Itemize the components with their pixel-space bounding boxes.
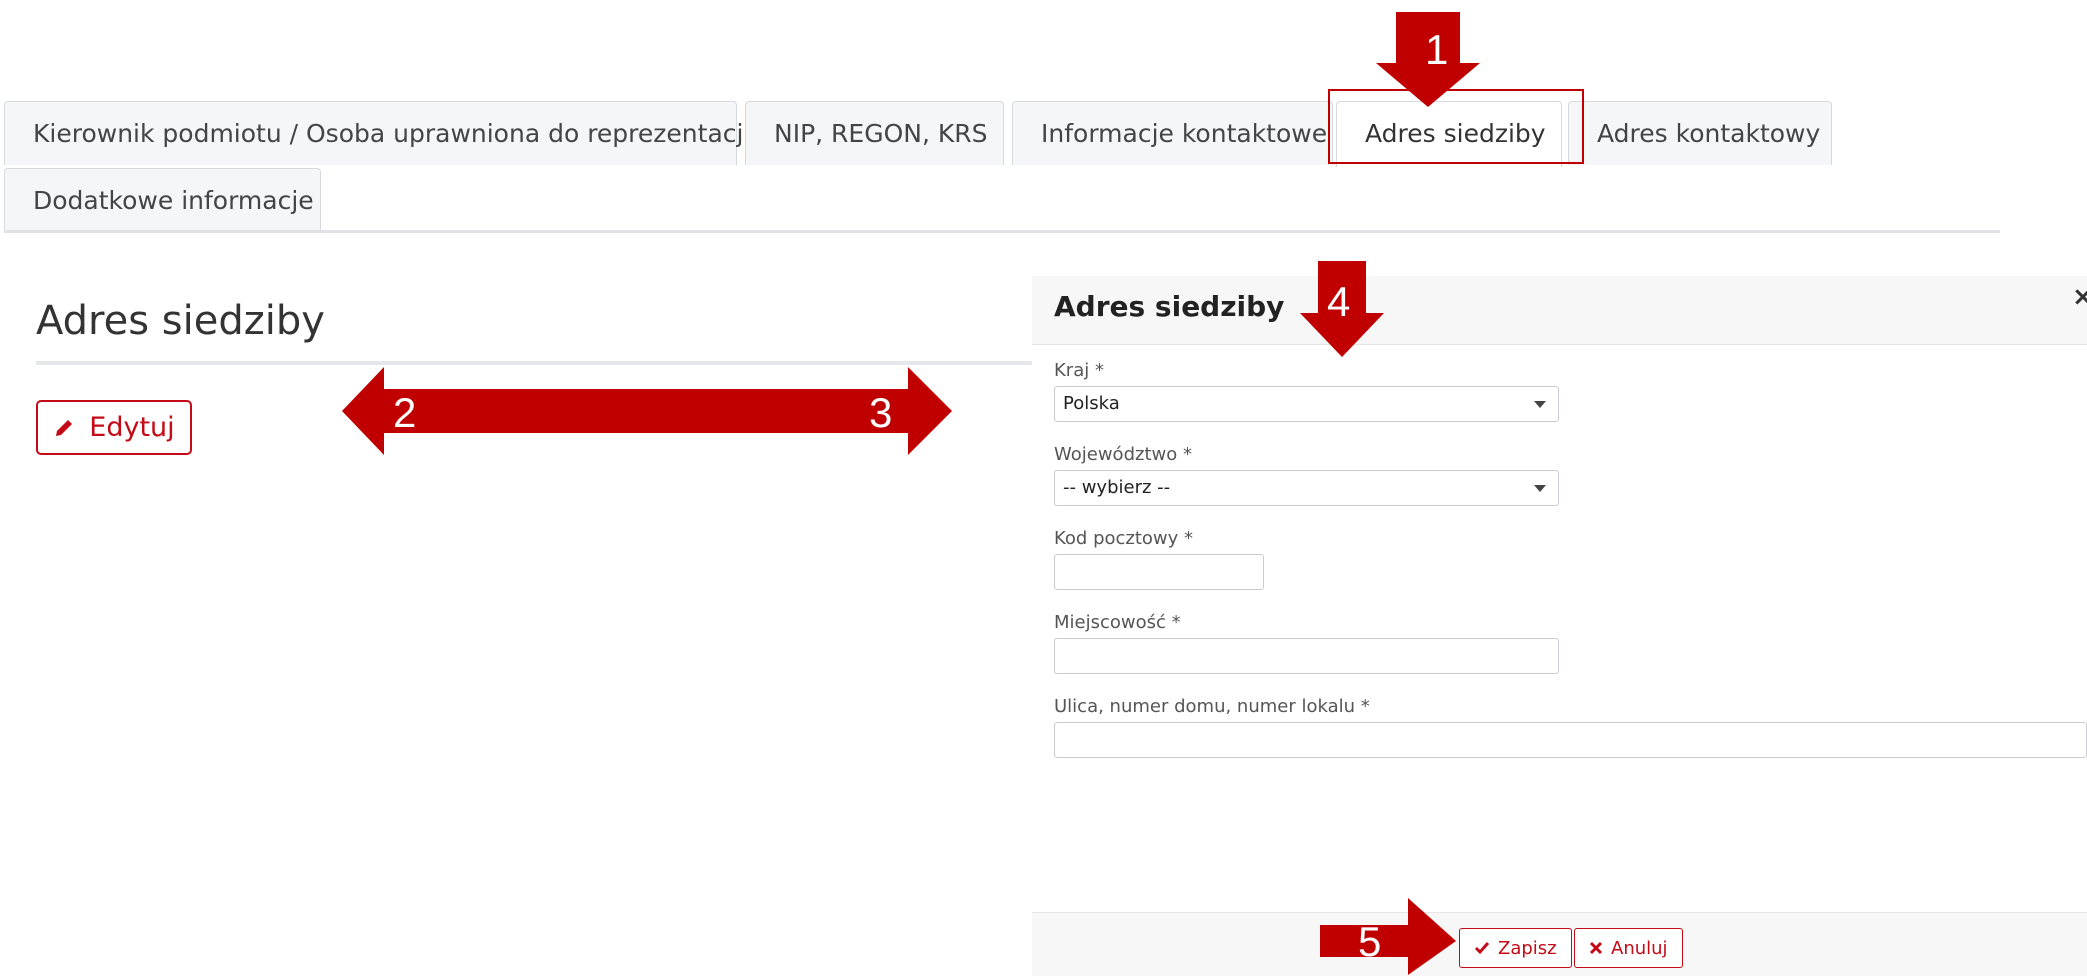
annotation-number-1: 1 (1425, 26, 1449, 73)
annotation-number-4: 4 (1327, 278, 1351, 325)
annotation-number-2: 2 (393, 389, 417, 436)
annotation-arrow-2-3 (342, 367, 952, 455)
annotation-arrow-5 (1320, 898, 1456, 975)
annotation-number-3: 3 (869, 389, 893, 436)
annotation-number-5: 5 (1358, 918, 1382, 965)
annotation-arrows (342, 12, 1480, 975)
